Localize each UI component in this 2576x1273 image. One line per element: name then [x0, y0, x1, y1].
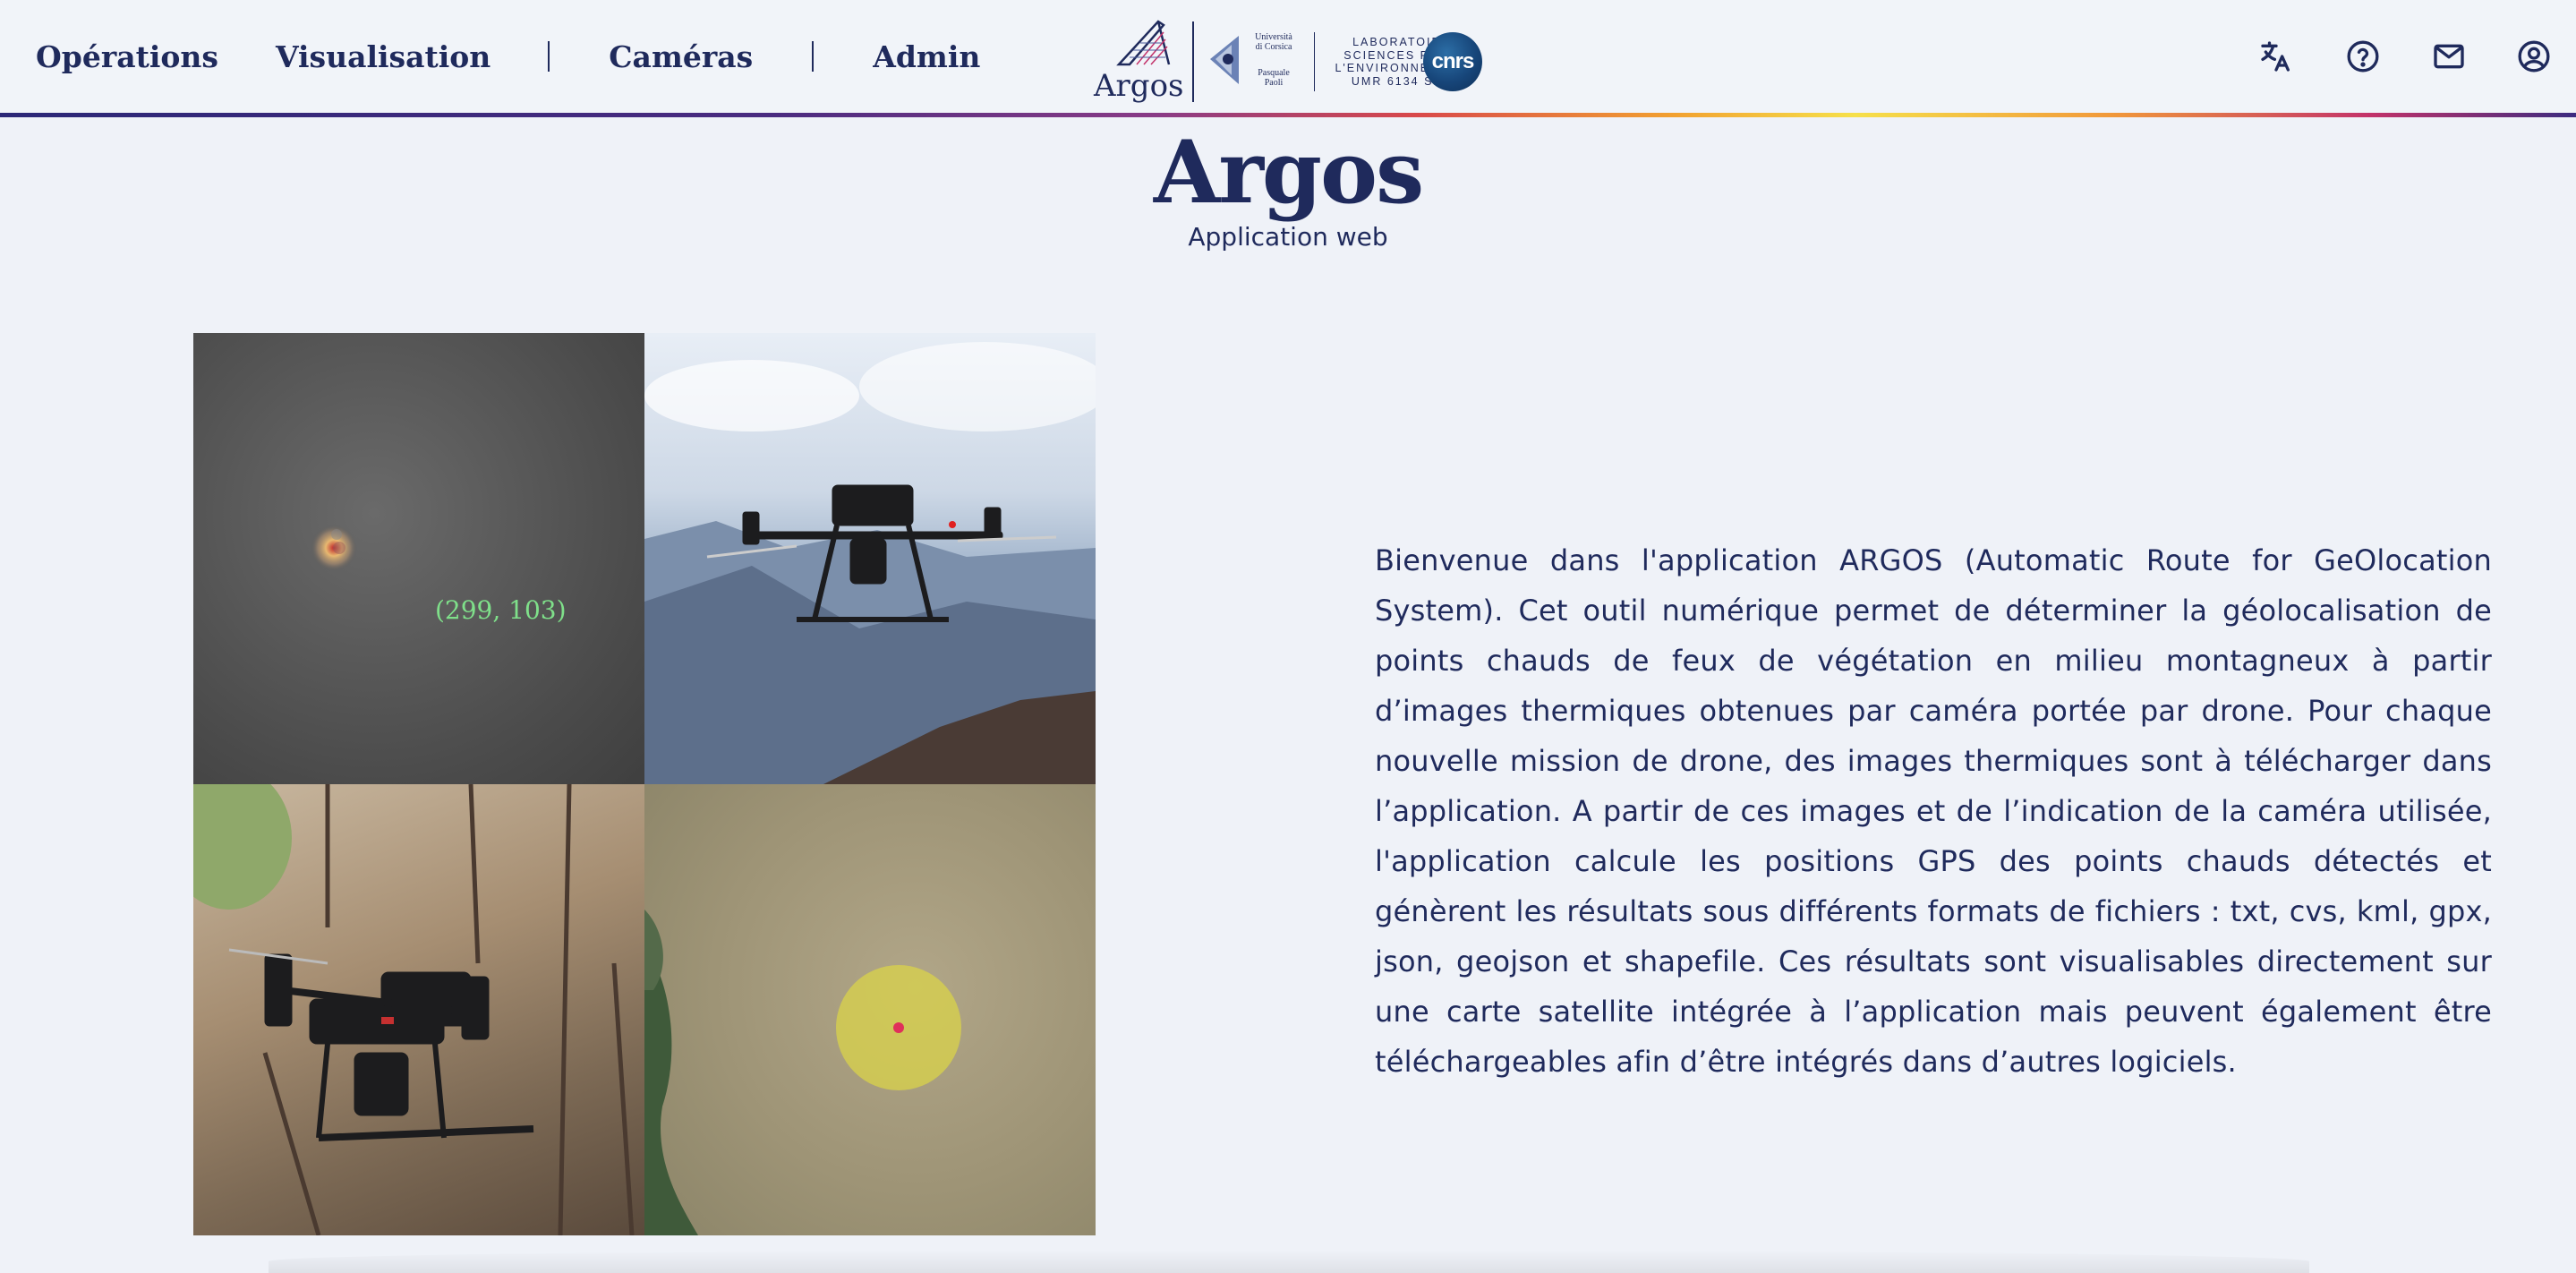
hotspot-coordinate-label: (299, 103)	[435, 595, 567, 625]
nav-admin[interactable]: Admin	[873, 39, 980, 74]
menu-separator	[812, 41, 815, 72]
logo-divider	[1192, 21, 1194, 102]
drone-forest-image	[193, 784, 644, 1235]
nav-cameras[interactable]: Caméras	[609, 39, 753, 74]
drone-flight-image	[644, 333, 1096, 784]
thermal-image-graphic	[311, 525, 357, 571]
thermal-image: (299, 103)	[193, 333, 644, 784]
help-button[interactable]	[2342, 36, 2384, 77]
logo-group: Argos Università di Corsica Pasquale Pao…	[1094, 13, 1484, 106]
mail-icon	[2434, 44, 2464, 69]
menu-separator	[548, 41, 550, 72]
aerial-hotspot-image	[644, 784, 1096, 1235]
account-icon	[2518, 40, 2550, 73]
page-title: Argos	[1153, 122, 1424, 223]
help-icon	[2347, 40, 2379, 73]
illustration-grid: (299, 103)	[193, 333, 1096, 1235]
argos-logo-text: Argos	[1094, 68, 1184, 104]
argos-logo[interactable]: Argos	[1094, 13, 1184, 106]
application-description: Bienvenue dans l'application ARGOS (Auto…	[1375, 543, 2492, 1079]
drone-in-forest-graphic	[193, 784, 635, 1235]
nav-gradient-border	[0, 113, 2576, 117]
drone-over-mountains-graphic	[644, 342, 1096, 784]
footer-shadow	[269, 1250, 2309, 1273]
translate-icon	[2261, 41, 2290, 72]
cnrs-logo: cnrs	[1423, 32, 1482, 91]
page-subtitle: Application web	[1188, 222, 1388, 252]
main-menu: Opérations Visualisation Caméras Admin	[36, 0, 980, 113]
nav-visualisation[interactable]: Visualisation	[276, 39, 490, 74]
university-name: Università di Corsica Pasquale Paoli	[1255, 32, 1292, 88]
top-navigation-bar: Opérations Visualisation Caméras Admin A…	[0, 0, 2576, 113]
contact-button[interactable]	[2428, 36, 2469, 77]
logo-divider-small	[1314, 32, 1315, 91]
nav-operations[interactable]: Opérations	[36, 39, 218, 74]
account-button[interactable]	[2513, 36, 2555, 77]
translate-button[interactable]	[2256, 36, 2297, 77]
aerial-hotspot-graphic	[644, 910, 961, 1235]
university-emblem-icon	[1210, 36, 1239, 84]
